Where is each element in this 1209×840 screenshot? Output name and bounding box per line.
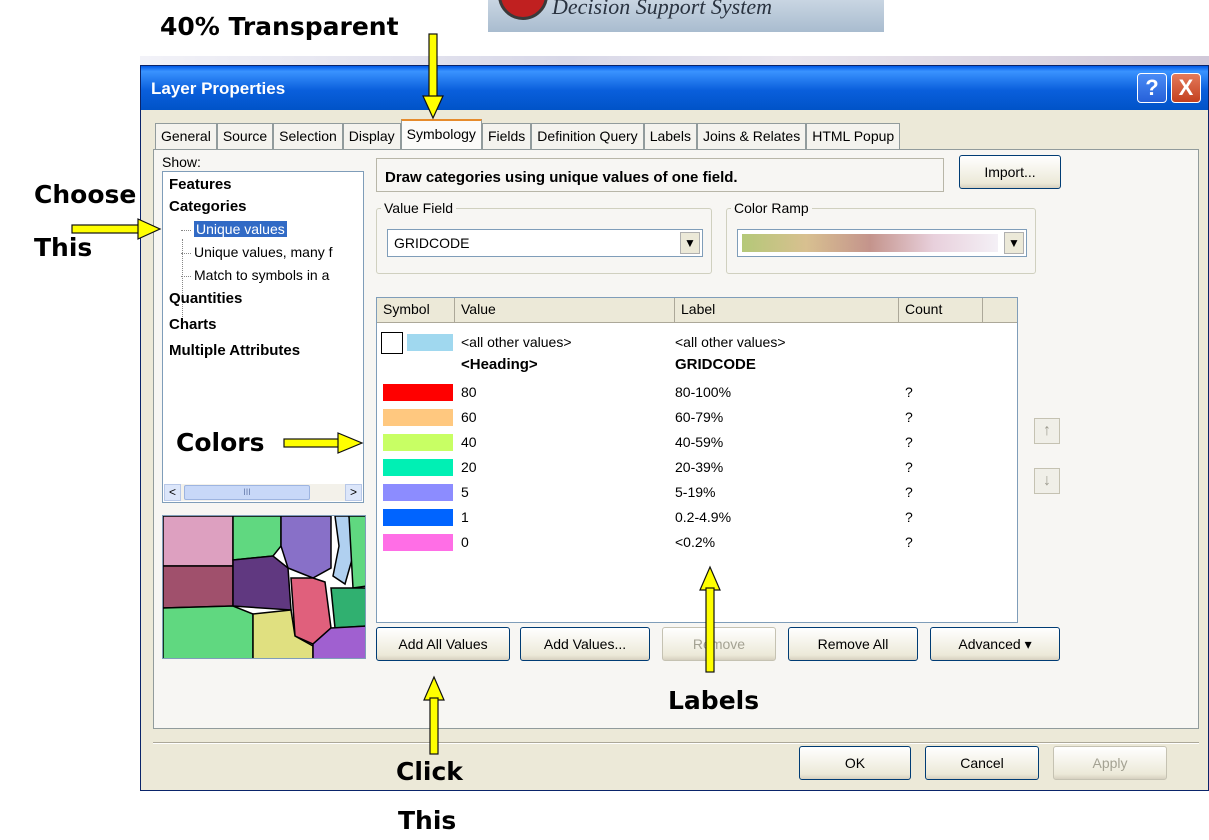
arrow-to-display-tab xyxy=(422,33,444,120)
arrow-to-categories xyxy=(71,218,162,240)
arrow-to-colors xyxy=(283,432,364,454)
arrow-to-add-all-values xyxy=(423,675,445,755)
annotation-arrows xyxy=(71,33,721,755)
arrow-to-labels xyxy=(699,565,721,673)
